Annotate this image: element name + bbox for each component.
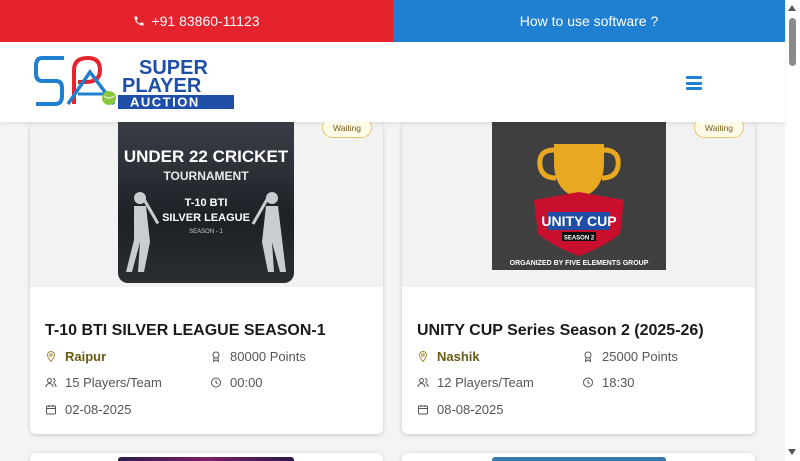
status-badge: Waiting	[322, 122, 373, 138]
tournament-players: 15 Players/Team	[45, 375, 162, 390]
coin-icon	[212, 351, 220, 363]
tournament-card-partial[interactable]	[402, 453, 755, 461]
phone-number: +91 83860-11123	[151, 13, 260, 29]
city-label: Nashik	[437, 349, 480, 364]
phone-contact[interactable]: +91 83860-11123	[0, 0, 393, 42]
tournament-date: 02-08-2025	[45, 402, 132, 417]
location-pin-icon	[418, 350, 428, 363]
tournament-points: 25000 Points	[582, 349, 678, 364]
tournament-poster: UNDER 22 CRICKET TOURNAMENT T-10 BTI SIL…	[118, 122, 294, 283]
points-label: 80000 Points	[230, 349, 306, 364]
date-label: 08-08-2025	[437, 402, 504, 417]
poster-organizer: ORGANIZED BY FIVE ELEMENTS GROUP	[510, 260, 649, 267]
users-icon	[417, 378, 429, 388]
poster-season: SEASON 2	[564, 236, 595, 242]
logo-line3: AUCTION	[130, 95, 200, 110]
location-pin-icon	[46, 350, 56, 363]
tournament-image-area: UNITY CUP SEASON 2 ORGANIZED BY FIVE ELE…	[402, 122, 755, 287]
time-label: 00:00	[230, 375, 263, 390]
poster-name: UNITY CUP	[541, 213, 616, 229]
poster-line2: SILVER LEAGUE	[162, 212, 250, 224]
scroll-up-icon[interactable]	[788, 5, 796, 11]
calendar-icon	[418, 405, 428, 415]
phone-icon	[134, 16, 144, 26]
clock-icon	[583, 377, 593, 388]
players-label: 12 Players/Team	[437, 375, 534, 390]
users-icon	[45, 378, 57, 388]
players-label: 15 Players/Team	[65, 375, 162, 390]
tournament-city: Nashik	[417, 349, 480, 364]
top-bar: +91 83860-11123 How to use software ?	[0, 0, 785, 42]
tournament-points: 80000 Points	[210, 349, 306, 364]
date-label: 02-08-2025	[65, 402, 132, 417]
status-badge: Waiting	[694, 122, 745, 138]
tournament-title[interactable]: UNITY CUP Series Season 2 (2025-26)	[417, 322, 704, 340]
tournament-title[interactable]: T-10 BTI SILVER LEAGUE SEASON-1	[45, 322, 326, 340]
poster-headline: UNDER 22 CRICKET	[124, 147, 289, 166]
tournament-image-area: UNDER 22 CRICKET TOURNAMENT T-10 BTI SIL…	[30, 122, 383, 287]
tournament-time: 18:30	[582, 375, 635, 390]
tournament-time: 00:00	[210, 375, 263, 390]
city-label: Raipur	[65, 349, 107, 364]
site-header: SUPER PLAYER AUCTION	[0, 42, 785, 122]
coin-icon	[584, 351, 592, 363]
poster-partial	[492, 457, 666, 461]
tournament-players: 12 Players/Team	[417, 375, 534, 390]
tournament-card[interactable]: UNDER 22 CRICKET TOURNAMENT T-10 BTI SIL…	[30, 122, 383, 434]
help-link[interactable]: How to use software ?	[393, 0, 785, 42]
points-label: 25000 Points	[602, 349, 678, 364]
tournament-card-partial[interactable]	[30, 453, 383, 461]
help-link-label: How to use software ?	[519, 13, 659, 29]
poster-line1: T-10 BTI	[185, 197, 228, 209]
tournament-poster: UNITY CUP SEASON 2 ORGANIZED BY FIVE ELE…	[492, 122, 666, 270]
brand-logo[interactable]: SUPER PLAYER AUCTION	[34, 54, 234, 110]
tournament-card[interactable]: UNITY CUP SEASON 2 ORGANIZED BY FIVE ELE…	[402, 122, 755, 434]
page-scrollbar[interactable]	[785, 0, 800, 461]
scroll-thumb[interactable]	[789, 18, 796, 66]
tournament-date: 08-08-2025	[417, 402, 504, 417]
calendar-icon	[46, 405, 56, 415]
menu-toggle-icon[interactable]	[686, 76, 702, 90]
tournament-city: Raipur	[45, 349, 106, 364]
scroll-down-icon[interactable]	[788, 449, 796, 455]
poster-line3: SEASON - 1	[189, 229, 223, 235]
poster-partial	[118, 457, 294, 461]
time-label: 18:30	[602, 375, 635, 390]
poster-subline: TOURNAMENT	[163, 169, 249, 183]
clock-icon	[211, 377, 221, 388]
